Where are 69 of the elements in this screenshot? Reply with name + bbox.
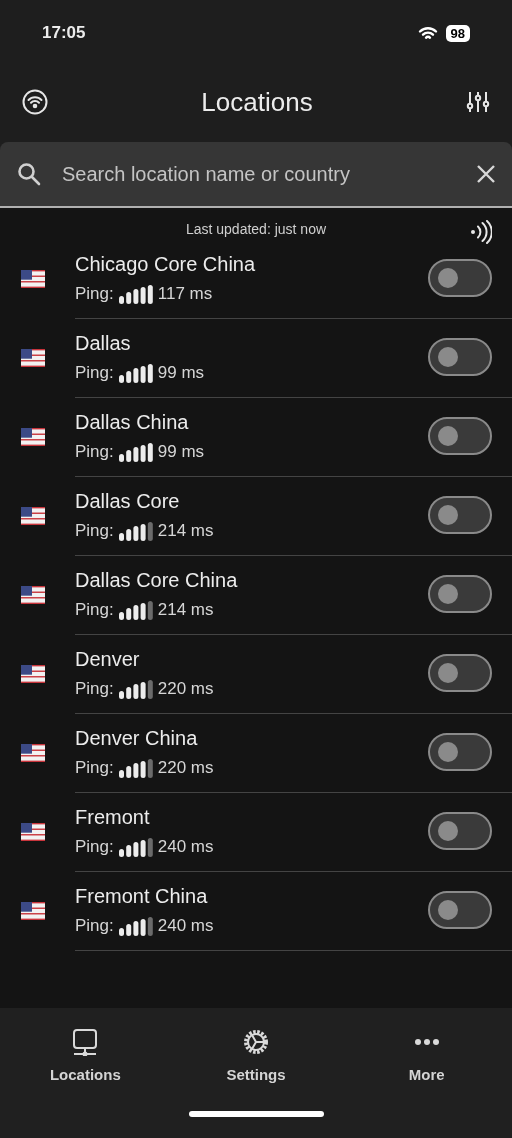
location-name: Chicago Core China xyxy=(75,252,257,278)
ping-value: 99 ms xyxy=(157,362,205,385)
ping-value: 220 ms xyxy=(157,757,214,780)
wifi-circle-icon[interactable] xyxy=(22,89,48,115)
ping-label: Ping: xyxy=(75,599,114,622)
ping-label: Ping: xyxy=(75,836,114,859)
ping-label: Ping: xyxy=(75,757,114,780)
ping-label: Ping: xyxy=(75,915,114,938)
ping-value: 214 ms xyxy=(157,599,214,622)
us-flag-icon xyxy=(20,664,45,683)
computer-network-icon xyxy=(72,1028,99,1056)
us-flag-icon xyxy=(20,743,45,762)
last-updated-text: Last updated: just now xyxy=(185,219,327,239)
ping-label: Ping: xyxy=(75,441,114,464)
toggle-switch[interactable] xyxy=(428,496,492,534)
settings-icon xyxy=(242,1028,270,1056)
battery-level: 98 xyxy=(445,24,470,42)
ping-label: Ping: xyxy=(75,362,114,385)
search-input[interactable]: Search location name or country xyxy=(62,159,456,189)
signal-empty-bar xyxy=(147,916,153,936)
tab-bar-item[interactable]: Locations xyxy=(0,1026,171,1100)
signal-empty-bar xyxy=(147,679,153,699)
ping-value: 240 ms xyxy=(157,915,214,938)
us-flag-icon xyxy=(20,585,45,604)
ping-label: Ping: xyxy=(75,678,114,701)
tab-bar-item[interactable]: More xyxy=(341,1026,512,1100)
page-title: Locations xyxy=(201,85,313,119)
ping-value: 99 ms xyxy=(157,441,205,464)
ping-label: Ping: xyxy=(75,520,114,543)
location-name: Dallas Core xyxy=(75,489,181,515)
signal-empty-bar xyxy=(147,837,153,857)
ping-value: 214 ms xyxy=(157,520,214,543)
location-name: Dallas China xyxy=(75,410,190,436)
location-name: Dallas Core China xyxy=(75,568,239,594)
more-icon xyxy=(413,1038,440,1046)
toggle-switch[interactable] xyxy=(428,417,492,455)
toggle-switch[interactable] xyxy=(428,891,492,929)
signal-empty-bar xyxy=(147,758,153,778)
signal-empty-bar xyxy=(147,521,153,541)
toggle-switch[interactable] xyxy=(428,654,492,692)
tab-bar-item[interactable]: Settings xyxy=(170,1026,342,1100)
search-field[interactable]: Search location name or country xyxy=(0,142,512,208)
us-flag-icon xyxy=(20,822,45,841)
broadcast-icon[interactable] xyxy=(470,220,492,244)
wifi-icon xyxy=(417,25,438,41)
filter-sliders-icon[interactable] xyxy=(466,90,490,114)
status-time: 17:05 xyxy=(42,22,86,45)
toggle-switch[interactable] xyxy=(428,259,492,297)
us-flag-icon xyxy=(20,427,45,446)
ping-value: 220 ms xyxy=(157,678,214,701)
search-icon xyxy=(16,161,42,187)
close-icon[interactable] xyxy=(476,164,496,184)
ping-value: 117 ms xyxy=(157,283,213,306)
location-name: Fremont China xyxy=(75,884,209,910)
toggle-switch[interactable] xyxy=(428,338,492,376)
location-name: Denver xyxy=(75,647,141,673)
us-flag-icon xyxy=(20,901,45,920)
us-flag-icon xyxy=(20,269,45,288)
ping-value: 240 ms xyxy=(157,836,214,859)
us-flag-icon xyxy=(20,506,45,525)
location-name: Fremont xyxy=(75,805,151,831)
us-flag-icon xyxy=(20,348,45,367)
toggle-switch[interactable] xyxy=(428,733,492,771)
toggle-switch[interactable] xyxy=(428,812,492,850)
ping-label: Ping: xyxy=(75,283,114,306)
toggle-switch[interactable] xyxy=(428,575,492,613)
location-name: Dallas xyxy=(75,331,132,357)
signal-empty-bar xyxy=(147,600,153,620)
location-name: Denver China xyxy=(75,726,199,752)
